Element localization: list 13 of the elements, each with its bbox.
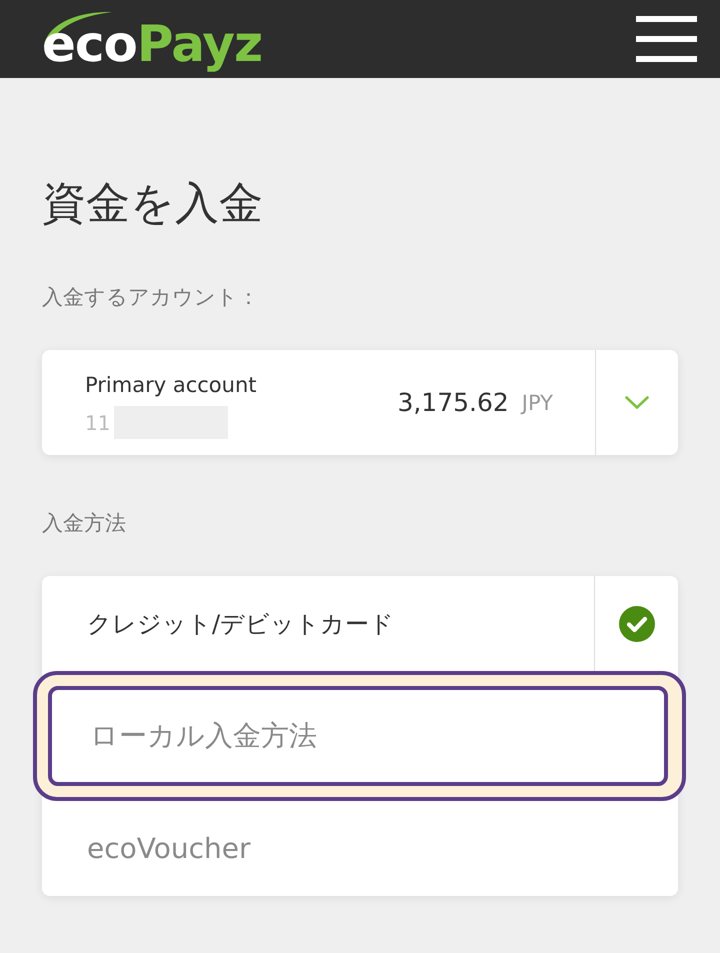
method-option[interactable]: クレジット/デビットカード: [42, 576, 678, 671]
check-circle-icon: [618, 606, 654, 642]
page-title: 資金を入金: [42, 177, 264, 230]
balance-amount: 3,175.62: [397, 388, 509, 417]
section-label: 入金方法: [42, 510, 127, 536]
section-label: 入金するアカウント：: [42, 284, 260, 310]
menu-button[interactable]: [636, 16, 697, 62]
menu-icon: [636, 16, 697, 62]
account-number: 11: [85, 410, 110, 434]
account-name: Primary account: [85, 372, 256, 399]
currency-code: JPY: [522, 390, 553, 414]
chevron-down-icon: [625, 396, 649, 409]
account-selector[interactable]: Primary account 11 3,175.62 JPY: [42, 350, 678, 455]
